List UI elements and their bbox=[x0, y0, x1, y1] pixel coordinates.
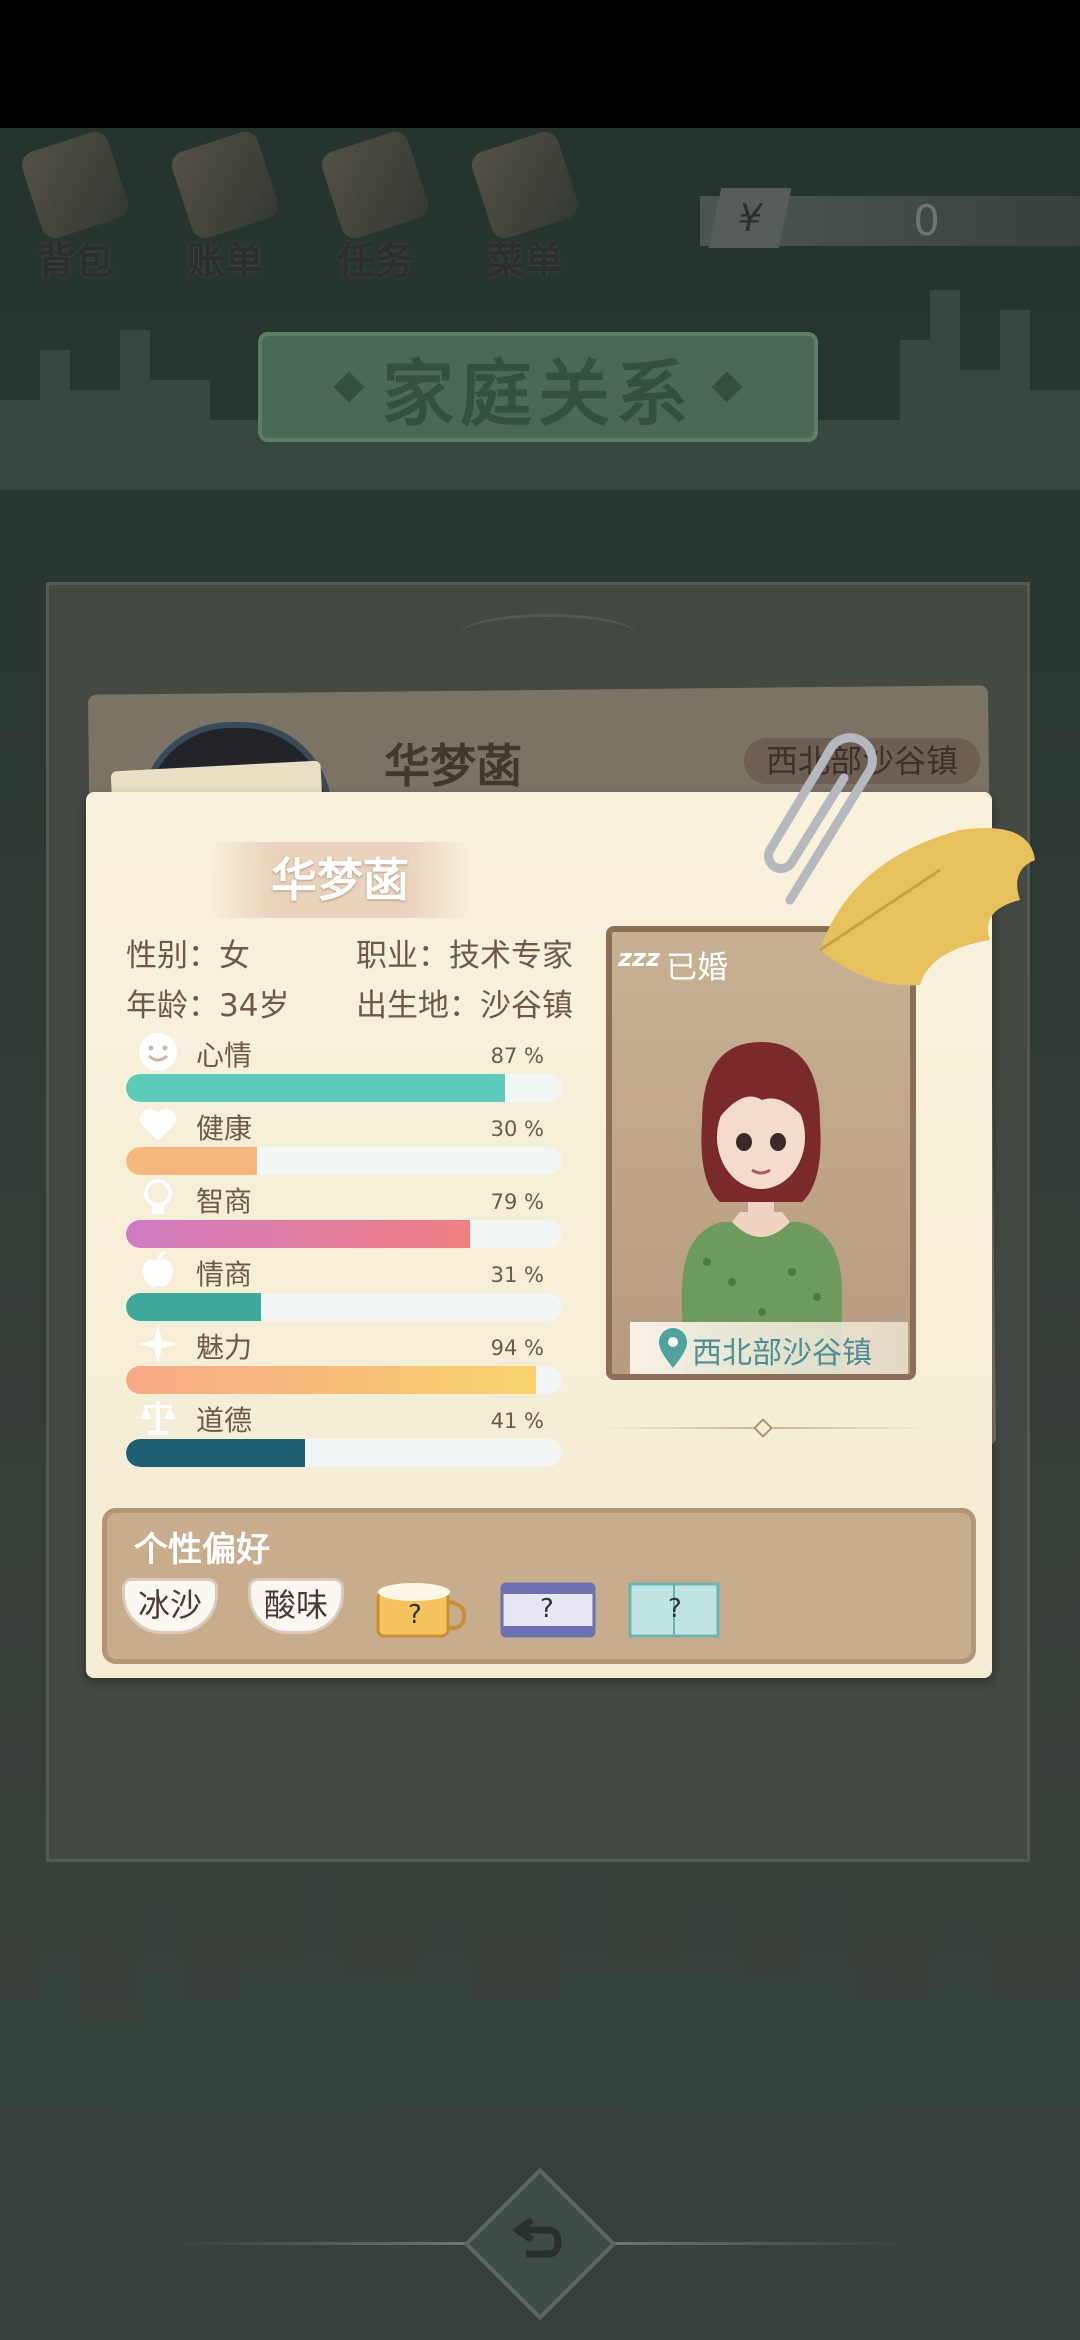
stat-value: 31 % bbox=[490, 1263, 544, 1287]
status-bar bbox=[0, 0, 1080, 128]
stat-mood: 心情 87 % bbox=[126, 1033, 562, 1106]
background-card-name: 华梦菡 bbox=[384, 739, 522, 793]
stat-track bbox=[126, 1147, 562, 1175]
page-title-banner: 家庭关系 bbox=[258, 332, 818, 442]
wallet-icon bbox=[168, 128, 282, 242]
sleep-icon: zzz bbox=[618, 944, 660, 972]
stat-value: 87 % bbox=[490, 1044, 544, 1068]
cup-icon: 冰沙 bbox=[122, 1578, 218, 1634]
stat-eq: 情商 31 % bbox=[126, 1250, 562, 1325]
stat-fill bbox=[126, 1366, 536, 1394]
stat-morality: 道德 41 % bbox=[126, 1399, 562, 1471]
age-label: 年龄：34岁 bbox=[126, 988, 290, 1024]
back-line-right bbox=[610, 2242, 910, 2245]
stat-label: 情商 bbox=[196, 1258, 253, 1291]
stat-charm: 魅力 94 % bbox=[126, 1324, 562, 1398]
stat-label: 健康 bbox=[196, 1112, 253, 1145]
stat-value: 41 % bbox=[490, 1409, 544, 1433]
stat-label: 心情 bbox=[196, 1039, 253, 1072]
stat-label: 智商 bbox=[196, 1185, 253, 1218]
nav-menu-button[interactable]: 菜单 bbox=[468, 128, 582, 290]
stat-value: 30 % bbox=[490, 1117, 544, 1141]
preference-item[interactable]: 酸味 bbox=[248, 1578, 344, 1642]
stat-value: 94 % bbox=[490, 1336, 544, 1360]
gender-label: 性别：女 bbox=[126, 938, 250, 974]
stat-fill bbox=[126, 1147, 257, 1175]
sparkle-icon bbox=[138, 1324, 178, 1364]
nav-bag-label: 背包 bbox=[36, 239, 113, 283]
location-pin-icon bbox=[659, 1328, 687, 1368]
money-amount: 0 bbox=[913, 196, 940, 245]
beer-mug-icon bbox=[376, 1583, 467, 1638]
stat-iq: 智商 79 % bbox=[126, 1179, 562, 1252]
personality-title: 个性偏好 bbox=[134, 1530, 270, 1570]
stat-label: 道德 bbox=[196, 1404, 253, 1437]
page-title: 家庭关系 bbox=[381, 351, 694, 436]
stat-fill bbox=[126, 1293, 262, 1321]
preference-label: ? bbox=[668, 1594, 682, 1624]
menu-books-icon bbox=[468, 128, 582, 242]
marital-status: 已婚 bbox=[666, 950, 728, 986]
stat-fill bbox=[126, 1439, 305, 1467]
scales-icon bbox=[140, 1401, 176, 1435]
bag-icon bbox=[18, 128, 132, 242]
smiley-icon bbox=[139, 1033, 177, 1071]
nav-menu-label: 菜单 bbox=[486, 239, 563, 283]
task-book-icon bbox=[318, 128, 432, 242]
yen-icon: ¥ bbox=[708, 188, 792, 248]
job-label: 职业：技术专家 bbox=[356, 938, 573, 974]
stat-track bbox=[126, 1293, 562, 1321]
diamond-left-icon bbox=[333, 371, 365, 403]
stat-track bbox=[126, 1074, 562, 1102]
back-line-left bbox=[170, 2242, 470, 2245]
stat-value: 79 % bbox=[490, 1190, 544, 1214]
preference-label: ? bbox=[408, 1600, 422, 1630]
preference-item[interactable]: 冰沙 bbox=[122, 1578, 218, 1642]
nav-task-label: 任务 bbox=[336, 239, 413, 283]
birthplace-label: 出生地：沙谷镇 bbox=[356, 988, 573, 1024]
apple-icon bbox=[142, 1250, 174, 1287]
paperclip-icon bbox=[763, 733, 877, 905]
cup-icon: 酸味 bbox=[248, 1578, 344, 1634]
nav-bill-label: 账单 bbox=[186, 239, 263, 283]
stat-fill bbox=[126, 1220, 471, 1248]
diamond-right-icon bbox=[711, 371, 743, 403]
stat-fill bbox=[126, 1074, 506, 1102]
stat-track bbox=[126, 1439, 562, 1467]
lightbulb-icon bbox=[144, 1179, 172, 1214]
nav-task-button[interactable]: 任务 bbox=[318, 128, 432, 290]
character-location: 西北部沙谷镇 bbox=[692, 1336, 872, 1371]
preference-item[interactable]: ? bbox=[374, 1578, 470, 1642]
character-name: 华梦菡 bbox=[271, 853, 409, 907]
preference-label: ? bbox=[540, 1594, 554, 1624]
nav-bag-button[interactable]: 背包 bbox=[18, 128, 132, 290]
preference-item[interactable]: ? bbox=[626, 1578, 722, 1642]
heart-icon bbox=[140, 1109, 176, 1141]
nav-bill-button[interactable]: 账单 bbox=[168, 128, 282, 290]
stat-track bbox=[126, 1220, 562, 1248]
frame-ornament bbox=[458, 614, 638, 657]
back-arrow-icon bbox=[511, 2217, 562, 2258]
stat-label: 魅力 bbox=[196, 1331, 253, 1364]
stat-track bbox=[126, 1366, 562, 1394]
preference-item[interactable]: ? bbox=[500, 1578, 596, 1642]
stat-health: 健康 30 % bbox=[126, 1107, 562, 1179]
